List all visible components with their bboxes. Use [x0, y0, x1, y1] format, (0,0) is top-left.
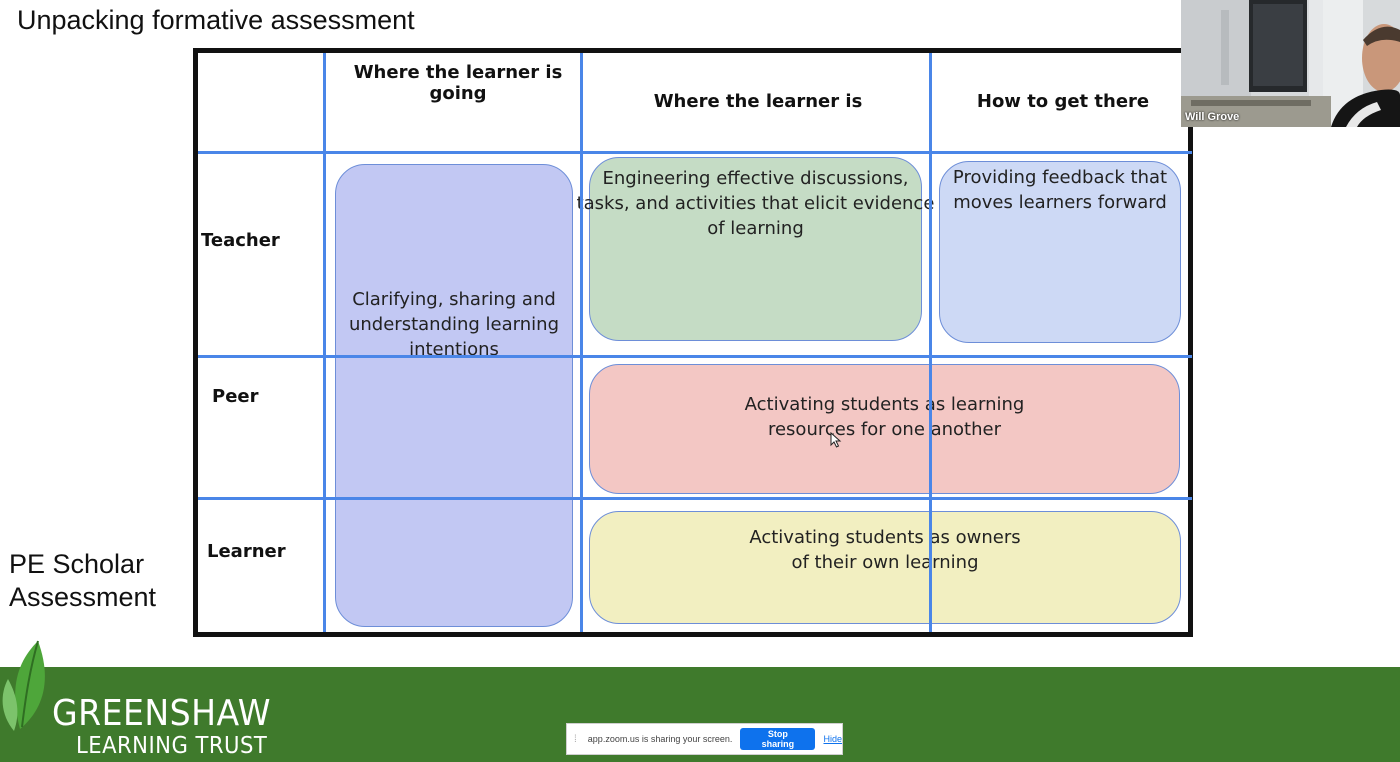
stop-sharing-button[interactable]: Stop sharing — [740, 728, 816, 750]
engineering-line-1: Engineering effective discussions, — [602, 168, 909, 189]
cell-clarifying-intentions: Clarifying, sharing and understanding le… — [335, 164, 573, 627]
share-status-text: app.zoom.us is sharing your screen. — [587, 734, 733, 744]
clarifying-line-2: understanding learning — [348, 314, 559, 335]
grid-line-horizontal-2 — [198, 355, 1192, 358]
drag-handle-icon[interactable]: ⁞ — [574, 734, 580, 745]
engineering-line-2: tasks, and activities that elicit eviden… — [576, 193, 935, 214]
grid-line-horizontal-3 — [198, 497, 1192, 500]
cell-owners-of-learning: Activating students as owners of their o… — [589, 511, 1181, 624]
slide-side-label: PE Scholar Assessment — [9, 548, 156, 614]
owners-line-1: Activating students as owners — [749, 527, 1021, 548]
column-header-get-there: How to get there — [976, 91, 1150, 112]
feedback-line-2: moves learners forward — [953, 192, 1167, 213]
brand-name-line-2: LEARNING TRUST — [76, 733, 268, 759]
owners-line-2: of their own learning — [791, 552, 979, 573]
engineering-line-3: of learning — [707, 218, 804, 239]
feedback-line-1: Providing feedback that — [952, 167, 1168, 188]
grid-line-vertical-1 — [323, 53, 326, 632]
grid-line-vertical-2 — [580, 53, 583, 632]
webcam-video-tile[interactable]: Will Grove — [1181, 0, 1400, 127]
side-label-line-2: Assessment — [9, 582, 157, 612]
slide-title: Unpacking formative assessment — [17, 5, 415, 35]
row-header-teacher: Teacher — [201, 230, 280, 251]
webcam-scene — [1181, 0, 1400, 127]
cell-engineering-discussions: Engineering effective discussions, tasks… — [577, 157, 934, 341]
assessment-table: Where the learner is going Where the lea… — [193, 48, 1193, 637]
side-label-line-1: PE Scholar — [9, 549, 145, 579]
cell-providing-feedback: Providing feedback that moves learners f… — [939, 161, 1181, 343]
hide-link[interactable]: Hide — [823, 734, 842, 744]
clarifying-line-3: intentions — [409, 339, 499, 360]
leaf-logo-icon — [2, 640, 45, 731]
brand-name-line-1: GREENSHAW — [52, 693, 271, 734]
grid-line-horizontal-1 — [198, 151, 1192, 154]
grid-line-vertical-3 — [929, 53, 932, 632]
clarifying-line-1: Clarifying, sharing and — [352, 289, 556, 310]
row-header-peer: Peer — [212, 386, 259, 407]
peer-line-1: Activating students as learning — [744, 394, 1025, 415]
participant-name: Will Grove — [1185, 111, 1240, 123]
row-header-learner: Learner — [207, 541, 286, 562]
column-header-going: Where the learner is going — [353, 62, 563, 104]
mouse-cursor-icon — [830, 432, 842, 448]
column-header-is: Where the learner is — [653, 91, 863, 112]
peer-line-2: resources for one another — [767, 419, 1002, 440]
screen-share-bar: ⁞ app.zoom.us is sharing your screen. St… — [566, 723, 843, 755]
cell-peer-resources: Activating students as learning resource… — [589, 364, 1180, 494]
